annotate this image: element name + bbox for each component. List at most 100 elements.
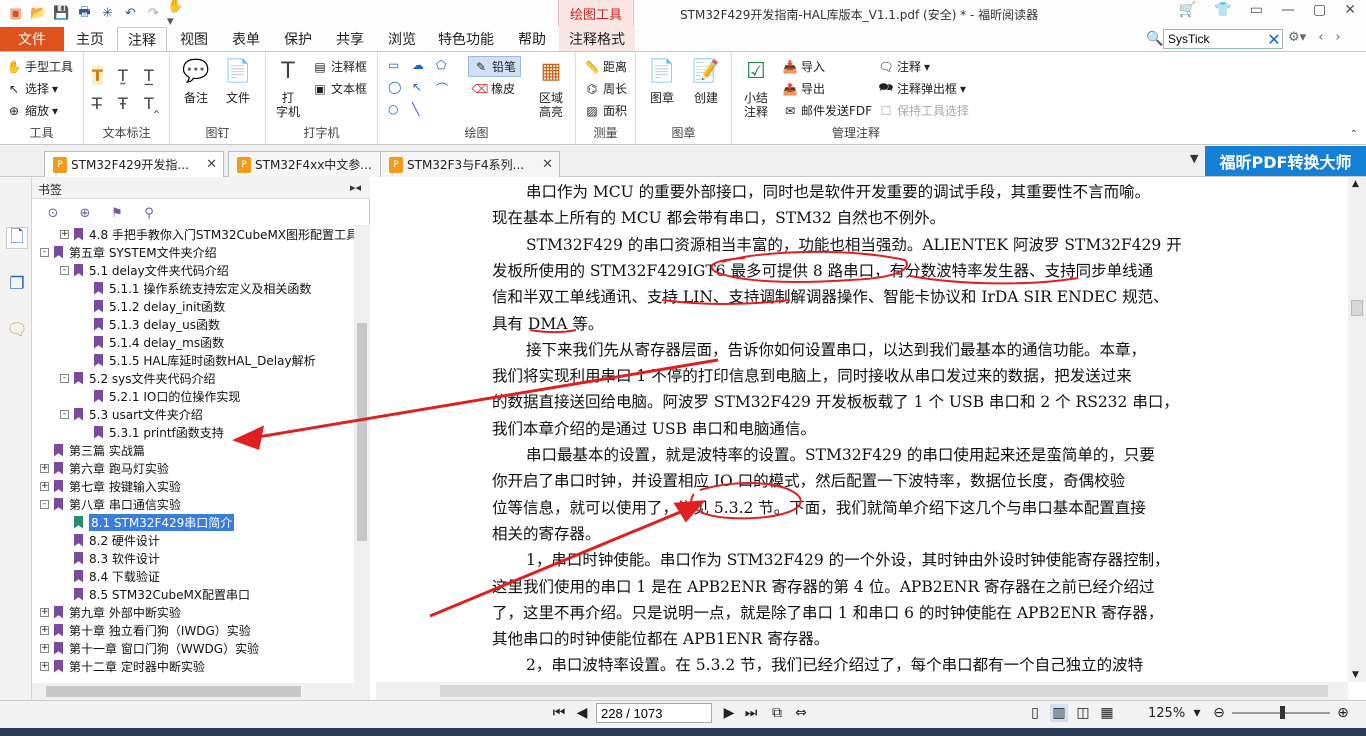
pencil-button[interactable]: ✎ 铅笔 bbox=[468, 56, 522, 77]
stamp-button[interactable]: 📄 图章 bbox=[642, 56, 682, 106]
page-number-input[interactable] bbox=[596, 703, 712, 723]
bookmark-item[interactable]: 5.1.5 HAL库延时函数HAL_Delay解析 bbox=[80, 351, 316, 369]
bookmark-expand-icon[interactable]: ⊙ bbox=[44, 204, 62, 222]
textbox-button[interactable]: ▣ 文本框 bbox=[312, 80, 367, 97]
cart-icon[interactable]: 🛒 bbox=[1179, 2, 1196, 18]
zoom-level[interactable]: 125% bbox=[1148, 706, 1185, 721]
bookmark-item[interactable]: 第三篇 实战篇 bbox=[40, 441, 145, 459]
bookmark-item[interactable]: 5.1.2 delay_init函数 bbox=[80, 297, 225, 315]
skin-icon[interactable]: 👕 bbox=[1214, 2, 1231, 18]
document-scroll-thumb[interactable] bbox=[1351, 300, 1363, 316]
zoom-dropdown-icon[interactable]: ▾ bbox=[1188, 704, 1206, 722]
bookmark-scroll-thumb[interactable] bbox=[357, 323, 367, 541]
new-icon[interactable]: ✳ bbox=[98, 4, 117, 23]
bookmark-item[interactable]: - 第五章 SYSTEM文件夹介绍 bbox=[40, 243, 217, 261]
two-page-continuous-icon[interactable]: ▦ bbox=[1098, 704, 1116, 722]
polygon-icon[interactable]: ⬠ bbox=[436, 58, 446, 72]
collapse-icon[interactable]: - bbox=[40, 247, 49, 257]
bookmark-item[interactable]: + 第六章 跑马灯实验 bbox=[40, 459, 169, 477]
close-button[interactable]: ✕ bbox=[1344, 2, 1356, 18]
document-hscroll-thumb[interactable] bbox=[440, 685, 1328, 697]
file-attach-button[interactable]: 📄 文件 bbox=[220, 56, 256, 106]
expand-icon[interactable]: + bbox=[40, 607, 49, 617]
bookmark-panel-icon[interactable]: 🗋 bbox=[6, 227, 28, 249]
continuous-page-icon[interactable]: ▥ bbox=[1050, 704, 1068, 722]
collapse-icon[interactable]: - bbox=[60, 265, 69, 275]
maximize-button[interactable]: ▢ bbox=[1313, 2, 1326, 18]
export-button[interactable]: 📤 导出 bbox=[782, 80, 826, 97]
arrow-icon[interactable]: ↖ bbox=[412, 80, 422, 94]
comments-dropdown[interactable]: 🗨 注释 ▾ bbox=[878, 58, 930, 75]
oval-icon[interactable]: ◯ bbox=[388, 80, 401, 94]
tab-browse[interactable]: 浏览 bbox=[380, 27, 424, 51]
hand-dropdown-icon[interactable]: ✋▾ bbox=[167, 0, 186, 29]
email-fdf-button[interactable]: ✉ 邮件发送FDF bbox=[782, 102, 872, 119]
expand-icon[interactable]: + bbox=[60, 229, 69, 239]
tab-features[interactable]: 特色功能 bbox=[434, 27, 498, 51]
zoom-tool-button[interactable]: ⊕ 缩放 ▾ bbox=[6, 102, 58, 119]
comments-panel-icon[interactable]: 🗨 bbox=[6, 319, 28, 341]
fit-page-icon[interactable]: ⧉ bbox=[768, 704, 786, 722]
tab-help[interactable]: 帮助 bbox=[510, 27, 554, 51]
bookmark-item[interactable]: 5.1.4 delay_ms函数 bbox=[80, 333, 224, 351]
rectangle-icon[interactable]: ▭ bbox=[388, 58, 399, 72]
eraser-button[interactable]: ⌫ 橡皮 bbox=[472, 80, 516, 97]
popup-dropdown[interactable]: 🗪 注释弹出框 ▾ bbox=[878, 80, 967, 97]
doc-tab-1[interactable]: P STM32F429开发指... ✕ bbox=[44, 151, 224, 177]
cloud-icon[interactable]: ☁ bbox=[412, 58, 424, 72]
zoom-out-icon[interactable]: ⊖ bbox=[1210, 704, 1228, 722]
doc-tab-3[interactable]: P STM32F3与F4系列... ✕ bbox=[380, 151, 560, 177]
highlight-text-icon[interactable]: T bbox=[92, 66, 103, 85]
tab-file[interactable]: 文件 bbox=[0, 27, 64, 51]
first-page-icon[interactable]: ⏮ bbox=[550, 704, 568, 722]
line-icon[interactable]: ╲ bbox=[412, 102, 419, 116]
area-highlight-button[interactable]: ▦ 区域 高亮 bbox=[532, 56, 570, 120]
print-icon[interactable]: 🖶 bbox=[75, 4, 94, 23]
squiggly-text-icon[interactable]: T̰ bbox=[118, 66, 128, 85]
tab-protect[interactable]: 保护 bbox=[276, 27, 320, 51]
collapse-icon[interactable]: - bbox=[40, 499, 49, 509]
next-page-icon[interactable]: ▶ bbox=[720, 704, 738, 722]
circle-icon[interactable]: ○ bbox=[388, 102, 398, 116]
close-tab-icon[interactable]: ✕ bbox=[542, 157, 553, 172]
replace-text-icon[interactable]: Ŧ bbox=[118, 94, 128, 113]
collapse-icon[interactable]: - bbox=[60, 409, 69, 419]
bookmark-item[interactable]: 5.2.1 IO口的位操作实现 bbox=[80, 387, 240, 405]
bookmark-item[interactable]: - 5.3 usart文件夹介绍 bbox=[60, 405, 203, 423]
expand-icon[interactable]: + bbox=[40, 481, 49, 491]
restore-ribbon-icon[interactable]: ▭ bbox=[1250, 2, 1263, 18]
prev-page-icon[interactable]: ◀ bbox=[573, 704, 591, 722]
minimize-button[interactable]: — bbox=[1281, 2, 1295, 18]
bookmark-item[interactable]: - 5.2 sys文件夹代码介绍 bbox=[60, 369, 216, 387]
document-vertical-scrollbar[interactable]: ▲ ▼ bbox=[1348, 177, 1366, 682]
tab-form[interactable]: 表单 bbox=[224, 27, 268, 51]
hand-tool-button[interactable]: ✋ 手型工具 bbox=[6, 58, 74, 75]
bookmark-item[interactable]: 5.3.1 printf函数支持 bbox=[80, 423, 224, 441]
two-page-icon[interactable]: ◫ bbox=[1074, 704, 1092, 722]
polyline-icon[interactable]: ⌒ bbox=[436, 80, 448, 97]
create-stamp-button[interactable]: 📝 创建 bbox=[686, 56, 726, 106]
callout-button[interactable]: ▤ 注释框 bbox=[312, 58, 367, 75]
zoom-slider-knob[interactable] bbox=[1280, 706, 1285, 719]
scroll-down-icon[interactable]: ▼ bbox=[1352, 670, 1359, 680]
redo-icon[interactable]: ↷ bbox=[144, 4, 163, 23]
underline-text-icon[interactable]: T̲ bbox=[144, 66, 154, 85]
tab-annotate[interactable]: 注释 bbox=[117, 27, 167, 52]
select-tool-button[interactable]: ↖ 选择 ▾ bbox=[6, 80, 58, 97]
settings-gear-icon[interactable]: ⚙▾ bbox=[1288, 30, 1306, 45]
perimeter-button[interactable]: ⌬ 周长 bbox=[584, 80, 627, 97]
import-button[interactable]: 📥 导入 bbox=[782, 58, 826, 75]
promo-banner[interactable]: 福昕PDF转换大师 bbox=[1205, 146, 1366, 176]
bookmark-item[interactable]: + 第九章 外部中断实验 bbox=[40, 603, 181, 621]
save-icon[interactable]: 💾 bbox=[52, 4, 71, 23]
bookmark-item[interactable]: - 第八章 串口通信实验 bbox=[40, 495, 181, 513]
bookmark-item[interactable]: + 第十二章 定时器中断实验 bbox=[40, 657, 205, 675]
collapse-icon[interactable]: - bbox=[60, 373, 69, 383]
ribbon-collapse-icon[interactable]: ⌃ bbox=[1350, 129, 1358, 140]
bookmark-item[interactable]: 8.4 下载验证 bbox=[60, 567, 160, 585]
bookmark-item[interactable]: + 第十一章 窗口门狗（WWDG）实验 bbox=[40, 639, 259, 657]
tab-home[interactable]: 主页 bbox=[68, 27, 112, 51]
bookmark-item[interactable]: +4.8 手把手教你入门STM32CubeMX图形配置工具 bbox=[60, 225, 354, 243]
bookmark-flag-icon[interactable]: ⚑ bbox=[108, 204, 126, 222]
bookmark-item[interactable]: + 第七章 按键输入实验 bbox=[40, 477, 181, 495]
